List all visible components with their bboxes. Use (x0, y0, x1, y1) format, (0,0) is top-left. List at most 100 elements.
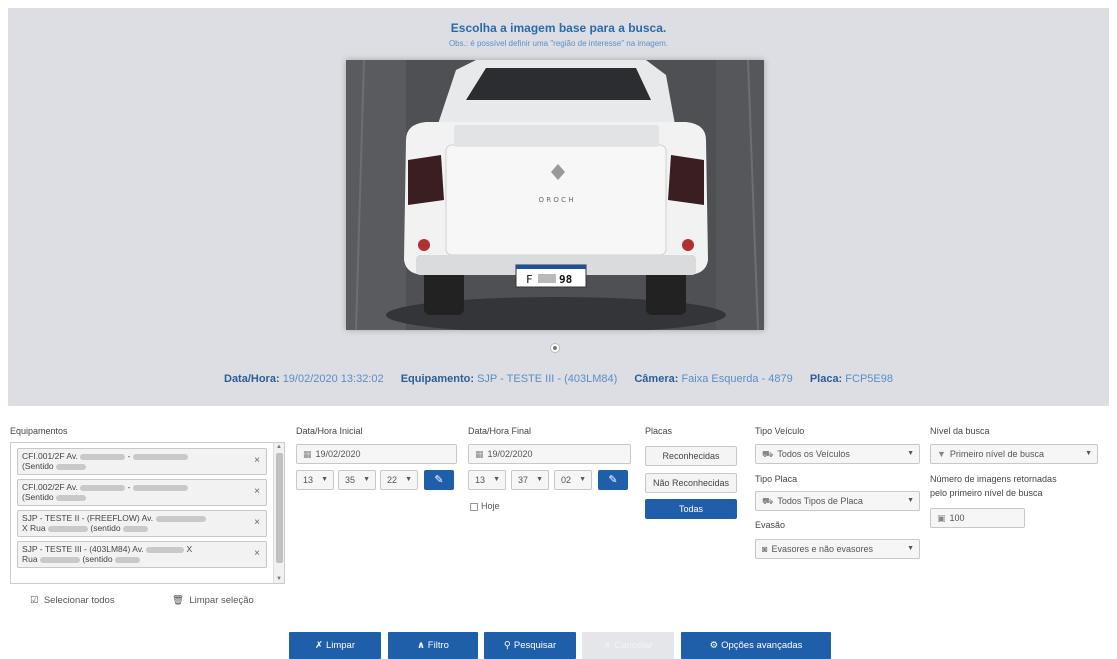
search-icon: ⚲ (503, 640, 511, 651)
clear-start-datetime-button[interactable]: ✎ (424, 470, 454, 490)
scroll-up-icon[interactable]: ▲ (276, 444, 282, 450)
chevron-down-icon: ▼ (493, 476, 500, 483)
equipment-item[interactable]: CFI.002/2F Av. - (Sentido × (17, 479, 267, 506)
car-brand-text: O R O C H (539, 196, 574, 204)
filter-button[interactable]: ∧ Filtro (388, 632, 478, 659)
equipment-item-sep: - (127, 451, 131, 461)
chevron-down-icon: ▼ (536, 476, 543, 483)
start-second-value: 22 (387, 475, 398, 485)
image-info-bar: Data/Hora: 19/02/2020 13:32:02 Equipamen… (0, 373, 1117, 385)
end-hour-select[interactable]: 13 ▼ (468, 470, 506, 490)
datetime-label: Data/Hora: (224, 373, 280, 385)
chevron-down-icon: ▼ (907, 497, 914, 504)
car-icon: ⛟ (762, 496, 774, 506)
equipment-item[interactable]: SJP - TESTE III - (403LM84) Av. X Rua (s… (17, 541, 267, 568)
evasion-select[interactable]: ◙ Evasores e não evasores ▼ (755, 539, 920, 559)
search-button[interactable]: ⚲ Pesquisar (484, 632, 576, 659)
end-second-select[interactable]: 02 ▼ (554, 470, 592, 490)
clear-end-datetime-button[interactable]: ✎ (598, 470, 628, 490)
image-count-label-1: Número de imagens retornadas (930, 474, 1057, 484)
gears-icon: ⚙ (709, 640, 719, 651)
end-second-value: 02 (561, 475, 572, 485)
plate-type-label: Tipo Placa (755, 474, 798, 484)
clear-button-label: Limpar (325, 640, 355, 651)
equipments-label: Equipamentos (10, 426, 68, 436)
equipment-item-line1: SJP - TESTE III - (403LM84) Av. (22, 544, 144, 554)
today-label: Hoje (481, 501, 500, 511)
clear-selection-button[interactable]: 🗑 Limpar seleção (172, 595, 254, 606)
equipment-item[interactable]: CFI.001/2F Av. - (Sentido × (17, 448, 267, 475)
end-date-input[interactable]: ▦ 19/02/2020 (468, 444, 631, 464)
start-hour-select[interactable]: 13 ▼ (296, 470, 334, 490)
checkbox-icon (470, 502, 478, 511)
start-hour-value: 13 (303, 475, 314, 485)
plates-unrecognized-button[interactable]: Não Reconhecidas (645, 473, 737, 493)
calendar-icon: ▦ (303, 449, 312, 459)
scroll-thumb[interactable] (276, 453, 283, 563)
advanced-options-button[interactable]: ⚙ Opções avançadas (681, 632, 831, 659)
clear-selection-label: Limpar seleção (189, 595, 254, 606)
equipment-item-line2-tail: (sentido (82, 554, 113, 564)
camera-value: Faixa Esquerda - 4879 (681, 373, 793, 385)
plate-type-value: Todos Tipos de Placa (777, 496, 863, 506)
equipments-scrollbar[interactable]: ▲ ▼ (273, 443, 284, 583)
image-pager-dot[interactable] (551, 344, 559, 352)
equipment-label: Equipamento: (400, 373, 475, 385)
chevron-down-icon: ▼ (363, 476, 370, 483)
end-minute-select[interactable]: 37 ▼ (511, 470, 549, 490)
image-icon: ▣ (937, 513, 946, 523)
vehicle-type-select[interactable]: ⛟ Todos os Veículos ▼ (755, 444, 920, 464)
equipment-item-line1: CFI.001/2F Av. (22, 451, 78, 461)
start-datetime-label: Data/Hora Inicial (296, 426, 363, 436)
chevron-down-icon: ▼ (907, 545, 914, 552)
plate-type-select[interactable]: ⛟ Todos Tipos de Placa ▼ (755, 491, 920, 511)
image-count-value: 100 (949, 513, 965, 523)
equipment-item-line2: Rua (22, 554, 38, 564)
close-icon: ✕ (603, 640, 612, 651)
start-minute-select[interactable]: 35 ▼ (338, 470, 376, 490)
chevron-down-icon: ▼ (907, 450, 914, 457)
end-datetime-label: Data/Hora Final (468, 426, 532, 436)
equipments-list[interactable]: CFI.001/2F Av. - (Sentido × CFI.002/2F A… (10, 442, 285, 584)
search-button-label: Pesquisar (513, 640, 557, 651)
equipment-item-line2: X Rua (22, 523, 46, 533)
equipment-item-line2: (Sentido (22, 461, 54, 471)
camera-label: Câmera: (634, 373, 679, 385)
viewer-note: Obs.: é possível definir uma "região de … (448, 39, 669, 48)
remove-equipment-icon[interactable]: × (254, 487, 260, 497)
cancel-button[interactable]: ✕ Cancelar (582, 632, 674, 659)
end-date-value: 19/02/2020 (487, 449, 533, 459)
start-date-input[interactable]: ▦ 19/02/2020 (296, 444, 457, 464)
end-minute-value: 37 (518, 475, 529, 485)
start-second-select[interactable]: 22 ▼ (380, 470, 418, 490)
search-level-select[interactable]: ▼ Primeiro nível de busca ▼ (930, 444, 1098, 464)
remove-equipment-icon[interactable]: × (254, 549, 260, 559)
equipment-item[interactable]: SJP - TESTE II - (FREEFLOW) Av. X Rua (s… (17, 510, 267, 537)
plate-left-text: F (526, 273, 533, 286)
plates-recognized-button[interactable]: Reconhecidas (645, 446, 737, 466)
start-minute-value: 35 (345, 475, 356, 485)
equipment-value: SJP - TESTE III - (403LM84) (477, 373, 618, 385)
plates-all-button[interactable]: Todas (645, 499, 737, 519)
equipment-item-line1: CFI.002/2F Av. (22, 482, 78, 492)
select-all-button[interactable]: ☑ Selecionar todos (30, 595, 115, 606)
datetime-value: 19/02/2020 13:32:02 (282, 373, 384, 385)
vehicle-photo[interactable]: O R O C H F 98 (346, 60, 764, 330)
select-all-label: Selecionar todos (43, 595, 115, 606)
vehicle-photo-svg: O R O C H F 98 (346, 60, 764, 330)
calendar-icon: ▦ (475, 449, 484, 459)
cancel-button-label: Cancelar (614, 640, 653, 651)
scroll-down-icon[interactable]: ▼ (276, 576, 282, 582)
trash-icon: 🗑 (172, 595, 185, 606)
equipment-item-line2: (Sentido (22, 492, 54, 502)
remove-equipment-icon[interactable]: × (254, 456, 260, 466)
filter-button-label: Filtro (427, 640, 449, 651)
today-checkbox[interactable]: Hoje (470, 501, 500, 511)
remove-equipment-icon[interactable]: × (254, 518, 260, 528)
car-icon: ⛟ (762, 449, 774, 459)
vehicle-type-label: Tipo Veículo (755, 426, 805, 436)
viewer-title: Escolha a imagem base para a busca. (450, 21, 667, 35)
image-count-input[interactable]: ▣ 100 (930, 508, 1025, 528)
plates-label: Placas (645, 426, 673, 436)
clear-button[interactable]: ✗ Limpar (289, 632, 381, 659)
